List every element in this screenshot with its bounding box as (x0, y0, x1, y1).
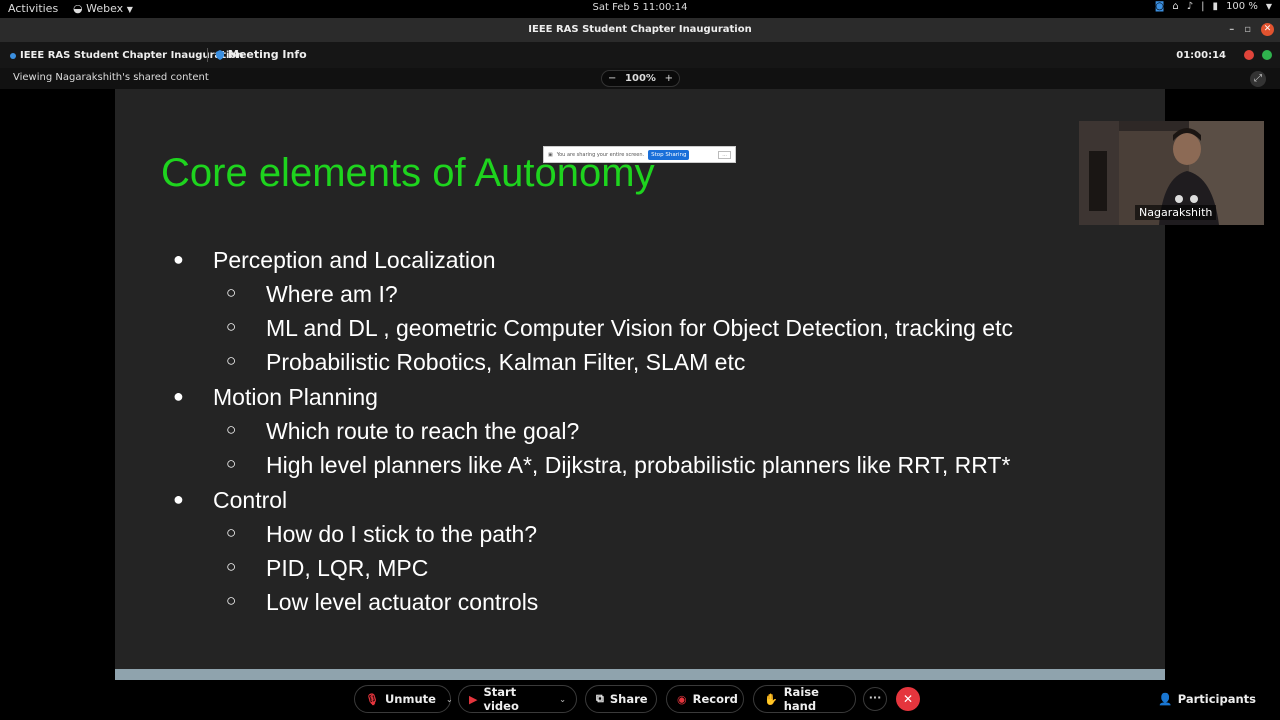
screen-share-icon: ▣ (548, 151, 553, 158)
sub-bullet-icon: ○ (226, 591, 237, 610)
bullet-item: ○ Low level actuator controls (226, 589, 539, 616)
microphone-muted-icon: 🎙 (365, 692, 379, 706)
bullet-text: How do I stick to the path? (266, 521, 538, 547)
sub-bullet-icon: ○ (226, 283, 237, 302)
bullet-text: Control (213, 487, 288, 513)
volume-icon: ♪ (1186, 1, 1194, 12)
battery-level: 100 % (1226, 1, 1258, 12)
sub-bullet-icon: ○ (226, 454, 237, 473)
window-title: IEEE RAS Student Chapter Inauguration (528, 24, 752, 35)
screen-share-text: You are sharing your entire screen. (556, 151, 645, 158)
meeting-timer: 01:00:14 (1176, 50, 1226, 61)
zoom-out-button[interactable]: − (608, 73, 616, 84)
bullet-icon: ● (173, 249, 184, 269)
share-notice-more-button[interactable]: ... (718, 150, 731, 159)
meeting-bar: IEEE RAS Student Chapter Inauguration Me… (0, 42, 1280, 68)
stop-sharing-button[interactable]: Stop Sharing (648, 149, 690, 160)
bullet-text: High level planners like A*, Dijkstra, p… (266, 452, 1011, 478)
bullet-icon: ● (173, 386, 184, 406)
bullet-item: ○ ML and DL , geometric Computer Vision … (226, 315, 1013, 342)
bullet-text: Which route to reach the goal? (266, 418, 580, 444)
bullet-item: ○ Which route to reach the goal? (226, 418, 580, 445)
chevron-down-icon[interactable]: ⌄ (446, 695, 453, 704)
microphone-icon: | (1201, 1, 1205, 12)
bullet-item: ○ Where am I? (226, 281, 398, 308)
start-video-label: Start video (483, 685, 519, 713)
chevron-down-icon: ▼ (1265, 2, 1272, 11)
bullet-text: Probabilistic Robotics, Kalman Filter, S… (266, 349, 746, 375)
person-icon: 👤 (1158, 692, 1173, 706)
bullet-text: ML and DL , geometric Computer Vision fo… (266, 315, 1013, 341)
sub-bullet-icon: ○ (226, 317, 237, 336)
bullet-item: ○ PID, LQR, MPC (226, 555, 429, 582)
meeting-controls-bar: 🎙 Unmute ⌄ ▶ Start video ⌄ ⧉ Share ◉ Rec… (0, 680, 1280, 720)
start-video-button[interactable]: ▶ Start video ⌄ (458, 685, 577, 713)
meeting-info-button[interactable]: Meeting Info (216, 48, 307, 61)
bullet-item: ● Perception and Localization (173, 247, 496, 274)
meeting-name: IEEE RAS Student Chapter Inauguration (10, 50, 243, 61)
self-view-name: Nagarakshith (1135, 205, 1217, 220)
window-controls: – ▫ ✕ (1229, 23, 1274, 36)
bullet-text: Low level actuator controls (266, 589, 539, 615)
meeting-info-label: Meeting Info (228, 48, 307, 61)
bullet-text: Motion Planning (213, 384, 378, 410)
record-icon: ◉ (677, 692, 687, 706)
share-button[interactable]: ⧉ Share (585, 685, 657, 713)
more-options-button[interactable]: ··· (863, 687, 887, 711)
expand-icon[interactable]: ⤢ (1250, 71, 1266, 87)
participants-button[interactable]: 👤 Participants (1158, 692, 1256, 706)
sub-bullet-icon: ○ (226, 351, 237, 370)
video-off-icon: ▶ (469, 692, 478, 706)
presentation-slide: Core elements of Autonomy ● Perception a… (115, 89, 1165, 680)
bullet-item: ● Control (173, 487, 288, 514)
meeting-status-icon (10, 52, 16, 59)
bullet-item: ○ High level planners like A*, Dijkstra,… (226, 452, 1011, 479)
bullet-item: ● Motion Planning (173, 384, 378, 411)
maximize-icon[interactable]: ▫ (1244, 24, 1251, 35)
recording-status-icon[interactable] (1244, 50, 1254, 60)
zoom-control: − 100% + (601, 70, 680, 87)
zoom-in-button[interactable]: + (665, 73, 673, 84)
hand-icon: ✋ (764, 692, 778, 706)
bullet-text: PID, LQR, MPC (266, 555, 429, 581)
bullet-text: Where am I? (266, 281, 398, 307)
viewing-bar: Viewing Nagarakshith's shared content − … (0, 68, 1280, 89)
minimize-icon[interactable]: – (1229, 24, 1234, 35)
leave-meeting-button[interactable]: ✕ (896, 687, 920, 711)
raise-hand-label: Raise hand (783, 685, 819, 713)
viewing-shared-content-label: Viewing Nagarakshith's shared content (13, 72, 209, 83)
divider (207, 48, 208, 62)
close-icon[interactable]: ✕ (1261, 23, 1274, 36)
meeting-name-label: IEEE RAS Student Chapter Inauguration (20, 50, 244, 61)
network-icon: ⌂ (1172, 1, 1179, 12)
bullet-icon: ● (173, 489, 184, 509)
record-label: Record (692, 692, 738, 706)
window-title-bar: IEEE RAS Student Chapter Inauguration – … (0, 18, 1280, 42)
sub-bullet-icon: ○ (226, 420, 237, 439)
zoom-level: 100% (625, 73, 656, 84)
self-view-video[interactable]: Nagarakshith (1079, 121, 1264, 225)
battery-icon: ▮ (1212, 1, 1219, 12)
unmute-button[interactable]: 🎙 Unmute ⌄ (354, 685, 453, 713)
raise-hand-button[interactable]: ✋ Raise hand (753, 685, 856, 713)
system-clock[interactable]: Sat Feb 5 11:00:14 (0, 2, 1280, 13)
share-screen-icon: ⧉ (596, 692, 604, 705)
participants-label: Participants (1177, 692, 1256, 706)
bullet-text: Perception and Localization (213, 247, 496, 273)
slide-bottom-band (115, 669, 1165, 680)
screen-share-notice: ▣ You are sharing your entire screen. St… (543, 146, 736, 163)
shield-icon (216, 49, 224, 60)
system-top-bar: Activities ◒ Webex ▼ Sat Feb 5 11:00:14 … (0, 0, 1280, 18)
webex-tray-icon: ◙ (1154, 1, 1165, 12)
sub-bullet-icon: ○ (226, 523, 237, 542)
bullet-item: ○ Probabilistic Robotics, Kalman Filter,… (226, 349, 746, 376)
chevron-down-icon[interactable]: ⌄ (559, 695, 566, 704)
record-button[interactable]: ◉ Record (666, 685, 744, 713)
bullet-item: ○ How do I stick to the path? (226, 521, 538, 548)
share-label: Share (609, 692, 648, 706)
connection-status-icon[interactable] (1262, 50, 1272, 60)
unmute-label: Unmute (384, 692, 436, 706)
sub-bullet-icon: ○ (226, 557, 237, 576)
system-tray[interactable]: ◙ ⌂ ♪ | ▮ 100 % ▼ (1155, 1, 1272, 12)
